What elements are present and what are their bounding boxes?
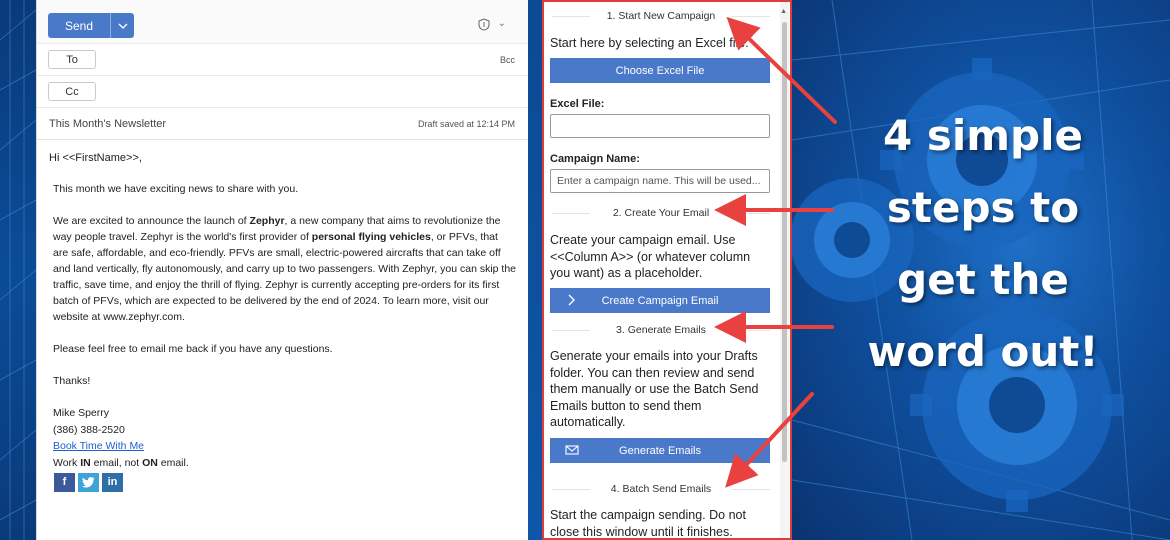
signature: Mike Sperry (386) 388-2520 Book Time Wit…: [49, 405, 516, 492]
scrollbar-thumb[interactable]: [782, 22, 787, 462]
generate-emails-button[interactable]: Generate Emails: [550, 438, 770, 463]
para-text: , or PFVs, that are safe, affordable, an…: [53, 231, 517, 323]
sig-phone: (386) 388-2520: [53, 423, 125, 436]
choose-excel-file-button[interactable]: Choose Excel File: [550, 58, 770, 83]
paragraph-contact: Please feel free to email me back if you…: [53, 343, 333, 355]
step1-text: Start here by selecting an Excel file.: [550, 36, 749, 50]
social-links: f in: [53, 473, 516, 492]
tagline-text: email, not: [90, 456, 143, 469]
email-body[interactable]: Hi <<FirstName>>, This month we have exc…: [37, 140, 528, 492]
create-campaign-email-button[interactable]: Create Campaign Email: [550, 288, 770, 313]
scroll-up-icon[interactable]: ▲: [780, 8, 787, 15]
chevron-right-icon: [568, 294, 575, 306]
paragraph-thanks: Thanks!: [53, 375, 91, 387]
headline-line: 4 simple: [883, 111, 1083, 160]
generate-emails-label: Generate Emails: [619, 444, 701, 457]
headline-line: steps to: [886, 183, 1080, 232]
headline-line: get the: [897, 255, 1069, 304]
headline-line: word out!: [867, 327, 1099, 376]
paragraph-intro: This month we have exciting news to shar…: [53, 183, 299, 195]
twitter-bird-glyph: [82, 477, 95, 488]
sig-name: Mike Sperry: [53, 407, 110, 419]
panel-scrollbar[interactable]: ▲: [780, 2, 789, 538]
subject-field[interactable]: This Month's Newsletter: [49, 118, 166, 130]
send-button-group: Send: [48, 13, 134, 38]
send-button[interactable]: Send: [48, 13, 110, 38]
cc-row: Cc: [37, 76, 528, 108]
chevron-down-icon[interactable]: ⌄: [498, 18, 506, 29]
facebook-icon[interactable]: f: [54, 473, 75, 492]
step1-title: 1. Start New Campaign: [552, 10, 770, 22]
to-button[interactable]: To: [48, 50, 96, 69]
greeting: Hi <<FirstName>>,: [49, 152, 142, 164]
tagline-text: Work: [53, 456, 81, 469]
promo-headline: 4 simple steps to get the word out!: [818, 100, 1148, 388]
mail-icon: [565, 445, 579, 455]
excel-file-label: Excel File:: [550, 98, 605, 110]
tagline-in: IN: [80, 456, 91, 469]
highlight-text: personal flying vehicles: [311, 231, 431, 243]
step2-title: 2. Create Your Email: [552, 207, 770, 219]
step4-title: 4. Batch Send Emails: [552, 483, 770, 495]
chevron-down-icon: [118, 23, 127, 29]
cc-button[interactable]: Cc: [48, 82, 96, 101]
excel-file-input[interactable]: [550, 114, 770, 138]
background-left: [0, 0, 36, 540]
para-text: We are excited to announce the launch of: [53, 215, 250, 227]
twitter-icon[interactable]: [78, 473, 99, 492]
step2-text: Create your campaign email. Use <<Column…: [550, 233, 751, 280]
sig-tagline: Work IN email, not ON email.: [53, 455, 516, 472]
brand-name: Zephyr: [249, 215, 285, 227]
tech-lines-decor: [0, 0, 36, 540]
campaign-addin-panel: ▲ 1. Start New Campaign Start here by se…: [542, 0, 792, 540]
linkedin-icon[interactable]: in: [102, 473, 123, 492]
step3-title: 3. Generate Emails: [552, 324, 770, 336]
subject-row[interactable]: This Month's Newsletter Draft saved at 1…: [37, 108, 528, 140]
tagline-on: ON: [142, 456, 158, 469]
compose-toolbar: Send ⌄: [37, 0, 528, 44]
book-time-link[interactable]: Book Time With Me: [53, 440, 144, 452]
background-gap: [528, 0, 542, 540]
email-compose-pane: Send ⌄ To Bcc Cc This Month's Newsletter…: [36, 0, 528, 540]
draft-saved-status: Draft saved at 12:14 PM: [417, 119, 515, 129]
sensitivity-shield-icon[interactable]: [478, 18, 490, 31]
campaign-name-label: Campaign Name:: [550, 153, 640, 165]
campaign-name-input[interactable]: Enter a campaign name. This will be used…: [550, 169, 770, 193]
send-options-button[interactable]: [110, 13, 134, 38]
create-email-label: Create Campaign Email: [601, 294, 719, 307]
tagline-text: email.: [157, 456, 189, 469]
step3-text: Generate your emails into your Drafts fo…: [550, 349, 759, 429]
to-row: To Bcc: [37, 44, 528, 76]
paragraph-announcement: We are excited to announce the launch of…: [49, 213, 516, 325]
bcc-link[interactable]: Bcc: [500, 55, 515, 65]
step4-text: Start the campaign sending. Do not close…: [550, 508, 746, 539]
